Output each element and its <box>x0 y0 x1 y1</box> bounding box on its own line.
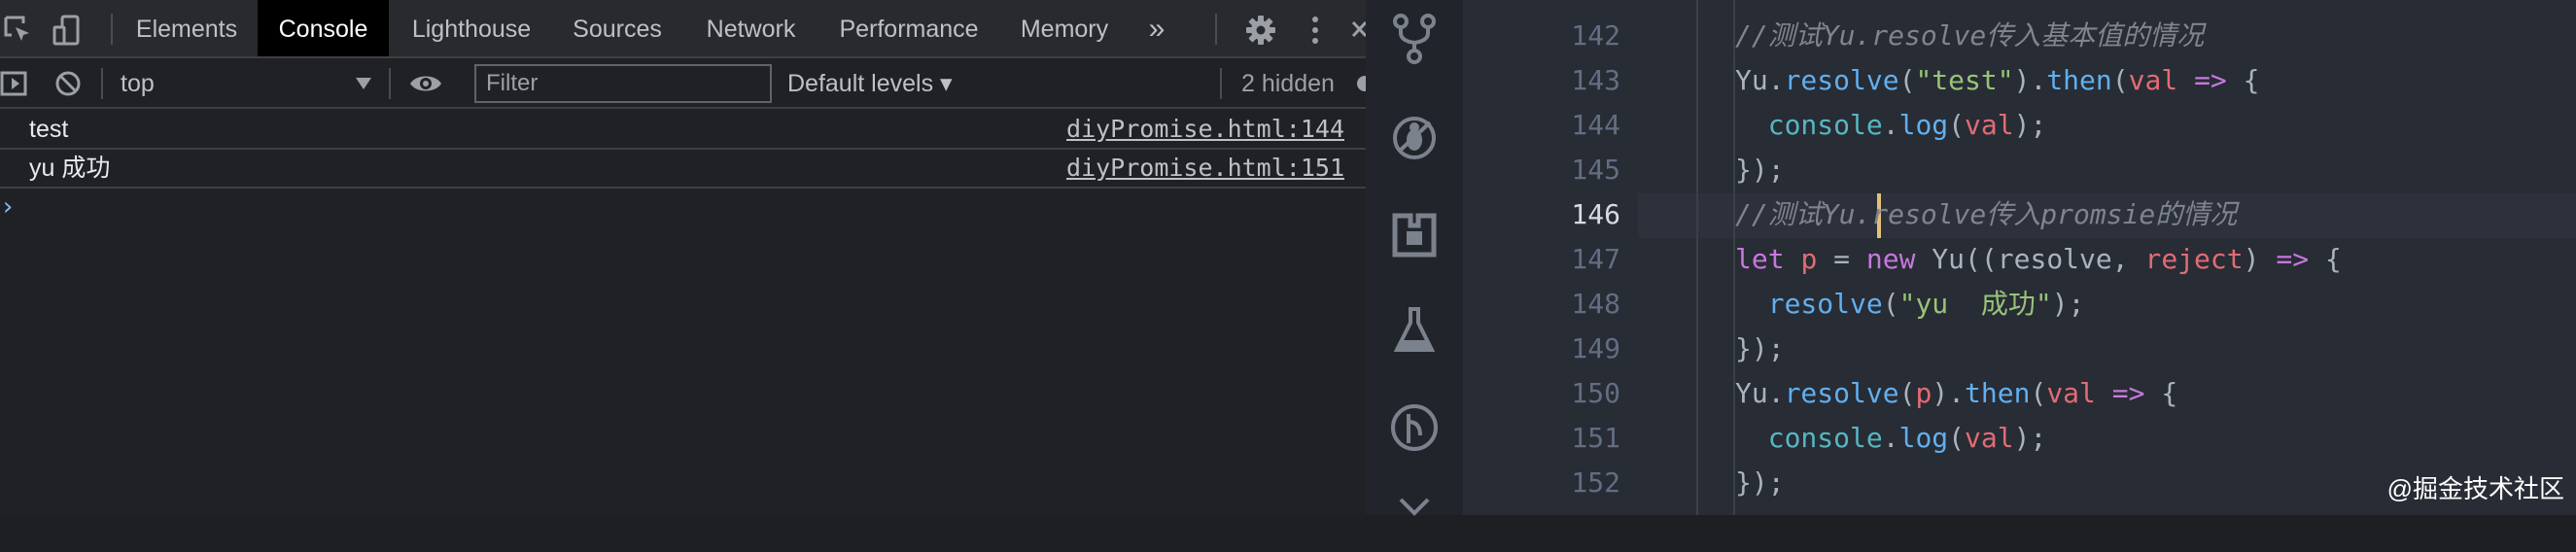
tab-network[interactable]: Network <box>685 0 817 56</box>
code-text: Yu.resolve("test").then(val => { <box>1735 64 2260 96</box>
devtools-tabbar: Elements Console Lighthouse Sources Netw… <box>0 0 1366 58</box>
code-line: }); <box>1638 327 2576 371</box>
code-line: console.log(val); <box>1638 103 2576 148</box>
console-prompt[interactable]: › <box>0 192 16 222</box>
testing-flask-icon[interactable] <box>1387 303 1442 358</box>
console-source-link[interactable]: diyPromise.html:144 <box>1066 111 1344 148</box>
line-number: 149 <box>1571 332 1620 364</box>
code-text: console.log(val); <box>1767 109 2047 141</box>
line-number: 145 <box>1571 154 1620 186</box>
show-sidebar-icon[interactable] <box>0 69 29 98</box>
extensions-icon[interactable] <box>1387 208 1442 262</box>
close-devtools-icon[interactable] <box>1351 14 1366 47</box>
clear-console-icon[interactable] <box>53 69 83 98</box>
tab-elements[interactable]: Elements <box>119 0 255 56</box>
code-text: console.log(val); <box>1767 422 2047 454</box>
watermark: @掘金技术社区 <box>2386 474 2564 503</box>
device-toolbar-icon[interactable] <box>51 14 84 47</box>
code-text: let p = new Yu((resolve, reject) => { <box>1735 243 2342 275</box>
context-dropdown-icon[interactable] <box>356 78 371 89</box>
filter-input[interactable]: Filter <box>474 64 772 103</box>
line-number: 150 <box>1571 377 1620 409</box>
code-text: //测试Yu.resolve传入基本值的情况 <box>1735 19 2205 52</box>
code-text: Yu.resolve(p).then(val => { <box>1735 377 2178 409</box>
code-area[interactable]: //测试Yu.resolve传入基本值的情况 Yu.resolve("test"… <box>1638 0 2576 515</box>
code-text: }); <box>1735 332 1785 364</box>
code-line: //测试Yu.resolve传入基本值的情况 <box>1638 14 2576 58</box>
line-number: 148 <box>1571 288 1620 320</box>
hidden-count[interactable]: 2 hidden <box>1241 58 1335 109</box>
code-line: console.log(val); <box>1638 416 2576 461</box>
code-text: }); <box>1735 154 1785 186</box>
line-number: 147 <box>1571 243 1620 275</box>
tabbar-divider <box>111 14 113 45</box>
tab-lighthouse[interactable]: Lighthouse <box>394 0 549 56</box>
code-line: }); <box>1638 148 2576 192</box>
code-text: //测试Yu.resolve传入promsie的情况 <box>1735 198 2238 230</box>
more-options-icon[interactable] <box>1299 14 1332 47</box>
code-line: Yu.resolve(p).then(val => { <box>1638 371 2576 416</box>
devtools-panel: Elements Console Lighthouse Sources Netw… <box>0 0 1366 515</box>
more-tabs-button[interactable]: » <box>1132 0 1181 56</box>
git-graph-icon[interactable] <box>1387 400 1442 455</box>
code-line: //测试Yu.resolve传入promsie的情况 <box>1638 192 2576 237</box>
inspect-element-icon[interactable] <box>2 14 35 47</box>
code-line: let p = new Yu((resolve, reject) => { <box>1638 237 2576 282</box>
code-line: resolve("yu 成功"); <box>1638 282 2576 327</box>
remote-explorer-icon[interactable] <box>1387 498 1442 552</box>
log-levels-dropdown[interactable]: Default levels ▾ <box>787 58 953 109</box>
code-text: resolve("yu 成功"); <box>1767 288 2085 320</box>
tab-console[interactable]: Console <box>258 0 389 56</box>
console-settings-icon[interactable] <box>1353 72 1366 95</box>
context-selector[interactable]: top <box>121 58 155 109</box>
run-and-debug-icon[interactable] <box>1387 109 1442 163</box>
code-text: }); <box>1735 466 1785 499</box>
line-number: 151 <box>1571 422 1620 454</box>
line-number-gutter: 142 143 144 145 146 147 148 149 150 151 … <box>1463 0 1638 515</box>
current-line-number: 146 <box>1571 198 1620 230</box>
console-message: yu 成功 diyPromise.html:151 <box>0 150 1366 189</box>
line-number: 144 <box>1571 109 1620 141</box>
console-message-text: yu 成功 <box>29 155 111 182</box>
line-number: 152 <box>1571 466 1620 499</box>
console-source-link[interactable]: diyPromise.html:151 <box>1066 150 1344 187</box>
code-editor: 142 143 144 145 146 147 148 149 150 151 … <box>1366 0 2576 516</box>
toolbar-divider <box>389 68 391 99</box>
toolbar-divider <box>1220 68 1222 99</box>
live-expression-eye-icon[interactable] <box>408 72 443 95</box>
console-toolbar: top Filter Default levels ▾ 2 hidden <box>0 58 1366 109</box>
activity-bar <box>1366 0 1463 516</box>
settings-gear-icon[interactable] <box>1244 14 1277 47</box>
line-number: 143 <box>1571 64 1620 96</box>
line-number: 142 <box>1571 19 1620 52</box>
tab-memory[interactable]: Memory <box>1001 0 1128 56</box>
toolbar-divider <box>101 68 103 99</box>
tabbar-divider <box>1215 14 1217 45</box>
source-control-icon[interactable] <box>1387 12 1442 66</box>
tab-performance[interactable]: Performance <box>821 0 996 56</box>
tab-sources[interactable]: Sources <box>554 0 680 56</box>
console-message: test diyPromise.html:144 <box>0 111 1366 150</box>
console-message-text: test <box>29 116 69 143</box>
code-line: Yu.resolve("test").then(val => { <box>1638 58 2576 103</box>
